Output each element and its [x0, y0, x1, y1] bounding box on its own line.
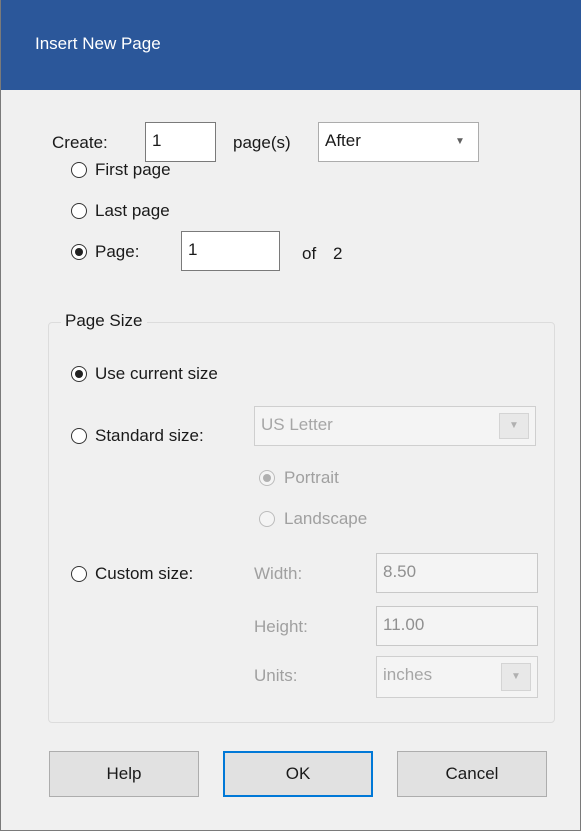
chevron-down-icon: ▼ — [501, 663, 531, 691]
help-button[interactable]: Help — [49, 751, 199, 797]
landscape-label: Landscape — [284, 509, 368, 528]
page-label: Page: — [95, 242, 140, 261]
standard-size-select[interactable]: US Letter ▼ — [254, 406, 536, 446]
cancel-button[interactable]: Cancel — [397, 751, 547, 797]
chevron-down-icon: ▼ — [499, 413, 529, 439]
page-count-input[interactable]: 1 — [145, 122, 216, 162]
pages-suffix-label: page(s) — [233, 133, 291, 152]
height-value: 11.00 — [383, 615, 425, 634]
custom-size-label: Custom size: — [95, 564, 194, 583]
height-input[interactable]: 11.00 — [376, 606, 538, 646]
specific-page-radio[interactable] — [71, 244, 87, 260]
units-select[interactable]: inches ▼ — [376, 656, 538, 698]
page-size-group-title: Page Size — [61, 311, 147, 331]
use-current-size-radio[interactable] — [71, 366, 87, 382]
position-select-value: After — [325, 131, 361, 150]
units-select-value: inches — [383, 665, 433, 684]
first-page-label: First page — [95, 160, 171, 179]
custom-size-radio[interactable] — [71, 566, 87, 582]
ok-button[interactable]: OK — [223, 751, 373, 797]
dialog-title: Insert New Page — [35, 34, 161, 53]
position-select[interactable]: After ▼ — [318, 122, 479, 162]
portrait-label: Portrait — [284, 468, 339, 487]
standard-size-label: Standard size: — [95, 426, 204, 445]
title-bar[interactable]: Insert New Page — [1, 0, 581, 90]
standard-size-radio[interactable] — [71, 428, 87, 444]
first-page-radio[interactable] — [71, 162, 87, 178]
total-pages-value: 2 — [333, 244, 343, 263]
of-label: of — [302, 244, 317, 263]
width-input[interactable]: 8.50 — [376, 553, 538, 593]
landscape-radio[interactable] — [259, 511, 275, 527]
use-current-size-label: Use current size — [95, 364, 218, 383]
units-label: Units: — [254, 666, 298, 685]
standard-size-select-value: US Letter — [261, 415, 333, 434]
page-number-input[interactable]: 1 — [181, 231, 280, 271]
page-count-value: 1 — [152, 131, 162, 150]
height-label: Height: — [254, 617, 308, 636]
last-page-label: Last page — [95, 201, 170, 220]
create-label: Create: — [52, 133, 108, 152]
last-page-radio[interactable] — [71, 203, 87, 219]
page-number-value: 1 — [188, 240, 198, 259]
width-value: 8.50 — [383, 562, 417, 581]
portrait-radio[interactable] — [259, 470, 275, 486]
width-label: Width: — [254, 564, 303, 583]
chevron-down-icon: ▼ — [455, 136, 465, 147]
insert-new-page-dialog: Insert New Page Create: 1 page(s) After … — [0, 0, 581, 831]
